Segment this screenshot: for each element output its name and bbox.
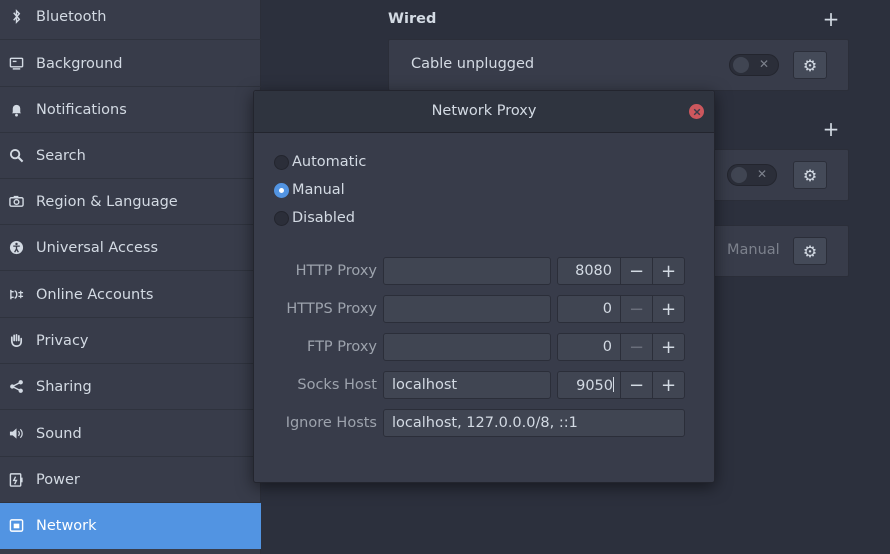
sidebar-item-online-accounts[interactable]: Online Accounts: [0, 272, 261, 318]
sidebar-item-sound[interactable]: Sound: [0, 411, 261, 457]
sidebar-item-bluetooth[interactable]: Bluetooth: [0, 0, 261, 40]
network-icon: [8, 518, 24, 534]
toggle-off-icon: ✕: [758, 57, 769, 71]
vpn-toggle[interactable]: ✕: [727, 164, 777, 186]
port-text: 9050: [576, 378, 613, 394]
sidebar-item-label: Background: [36, 55, 123, 72]
dialog-title: Network Proxy: [431, 103, 537, 119]
sidebar-item-privacy[interactable]: Privacy: [0, 318, 261, 364]
ignore-hosts-input[interactable]: localhost, 127.0.0.0/8, ::1: [383, 409, 685, 437]
sidebar-item-label: Privacy: [36, 332, 89, 349]
wired-section-title: Wired: [388, 11, 437, 27]
sidebar-item-label: Network: [36, 517, 97, 534]
socks-host-input[interactable]: localhost: [383, 371, 551, 399]
http-proxy-port-stepper[interactable]: 8080 − +: [557, 257, 685, 285]
network-proxy-dialog: Network Proxy Automatic Manual Disabled …: [253, 90, 715, 483]
close-button[interactable]: [689, 104, 704, 119]
radio-button[interactable]: [274, 210, 289, 226]
bell-icon: [8, 102, 24, 118]
close-icon: [693, 108, 700, 115]
decrement-button[interactable]: −: [620, 296, 652, 322]
wired-status-label: Cable unplugged: [411, 56, 535, 72]
port-value[interactable]: 8080: [558, 258, 620, 284]
sidebar-item-background[interactable]: Background: [0, 41, 261, 87]
text-cursor: [613, 377, 614, 392]
socks-port-stepper[interactable]: 9050 − +: [557, 371, 685, 399]
proxy-mode-value: Manual: [727, 242, 780, 258]
radio-button[interactable]: [274, 182, 289, 198]
power-icon: [8, 472, 24, 488]
bluetooth-icon: [8, 9, 24, 25]
background-icon: [8, 56, 24, 72]
sidebar-item-label: Notifications: [36, 101, 127, 118]
increment-button[interactable]: +: [652, 372, 684, 398]
radio-disabled[interactable]: Disabled: [274, 208, 355, 228]
radio-button[interactable]: [274, 154, 289, 170]
increment-button[interactable]: +: [652, 258, 684, 284]
decrement-button[interactable]: −: [620, 334, 652, 360]
dialog-header: Network Proxy: [254, 91, 714, 133]
sidebar-item-label: Search: [36, 147, 86, 164]
sidebar-item-label: Region & Language: [36, 193, 178, 210]
add-vpn-button[interactable]: +: [821, 119, 841, 139]
socks-host-label: Socks Host: [297, 377, 377, 393]
toggle-knob: [730, 166, 748, 184]
increment-button[interactable]: +: [652, 334, 684, 360]
sidebar-item-power[interactable]: Power: [0, 457, 261, 503]
decrement-button[interactable]: −: [620, 372, 652, 398]
radio-automatic[interactable]: Automatic: [274, 152, 366, 172]
sidebar-item-notifications[interactable]: Notifications: [0, 87, 261, 133]
toggle-off-icon: ✕: [756, 167, 767, 181]
ignore-hosts-label: Ignore Hosts: [285, 415, 377, 431]
hand-icon: [8, 333, 24, 349]
https-proxy-label: HTTPS Proxy: [286, 301, 377, 317]
share-icon: [8, 379, 24, 395]
gear-icon: ⚙: [802, 241, 818, 261]
radio-label: Automatic: [292, 154, 367, 170]
port-value[interactable]: 0: [558, 334, 620, 360]
search-icon: [8, 148, 24, 164]
toggle-knob: [732, 56, 750, 74]
add-wired-button[interactable]: +: [821, 9, 841, 29]
sidebar-item-label: Sharing: [36, 378, 92, 395]
decrement-button[interactable]: −: [620, 258, 652, 284]
wired-connection-row: Cable unplugged ✕ ⚙: [388, 39, 849, 91]
sidebar-item-search[interactable]: Search: [0, 133, 261, 179]
online-accounts-icon: [8, 287, 24, 303]
https-proxy-port-stepper[interactable]: 0 − +: [557, 295, 685, 323]
sidebar-item-region-language[interactable]: Region & Language: [0, 179, 261, 225]
speaker-icon: [8, 426, 24, 442]
port-value[interactable]: 0: [558, 296, 620, 322]
radio-label: Manual: [292, 182, 345, 198]
ftp-proxy-port-stepper[interactable]: 0 − +: [557, 333, 685, 361]
sidebar-item-universal-access[interactable]: Universal Access: [0, 225, 261, 271]
sidebar-item-label: Power: [36, 471, 80, 488]
wired-toggle[interactable]: ✕: [729, 54, 779, 76]
increment-button[interactable]: +: [652, 296, 684, 322]
camera-icon: [8, 194, 24, 210]
ftp-proxy-label: FTP Proxy: [306, 339, 377, 355]
sidebar-item-label: Bluetooth: [36, 8, 107, 25]
port-value[interactable]: 9050: [558, 372, 620, 398]
sidebar-item-label: Online Accounts: [36, 286, 154, 303]
wired-settings-button[interactable]: ⚙: [793, 51, 827, 79]
proxy-settings-button[interactable]: ⚙: [793, 237, 827, 265]
accessibility-icon: [8, 240, 24, 256]
sidebar-item-label: Universal Access: [36, 239, 159, 256]
https-proxy-host-input[interactable]: [383, 295, 551, 323]
vpn-settings-button[interactable]: ⚙: [793, 161, 827, 189]
http-proxy-host-input[interactable]: [383, 257, 551, 285]
sidebar-item-sharing[interactable]: Sharing: [0, 364, 261, 410]
http-proxy-label: HTTP Proxy: [295, 263, 377, 279]
sidebar-item-network[interactable]: Network: [0, 503, 261, 549]
radio-label: Disabled: [292, 210, 355, 226]
gear-icon: ⚙: [802, 165, 818, 185]
sidebar-item-label: Sound: [36, 425, 82, 442]
radio-manual[interactable]: Manual: [274, 180, 345, 200]
sidebar: Bluetooth Background Notifications Searc…: [0, 0, 261, 554]
gear-icon: ⚙: [802, 55, 818, 75]
ftp-proxy-host-input[interactable]: [383, 333, 551, 361]
